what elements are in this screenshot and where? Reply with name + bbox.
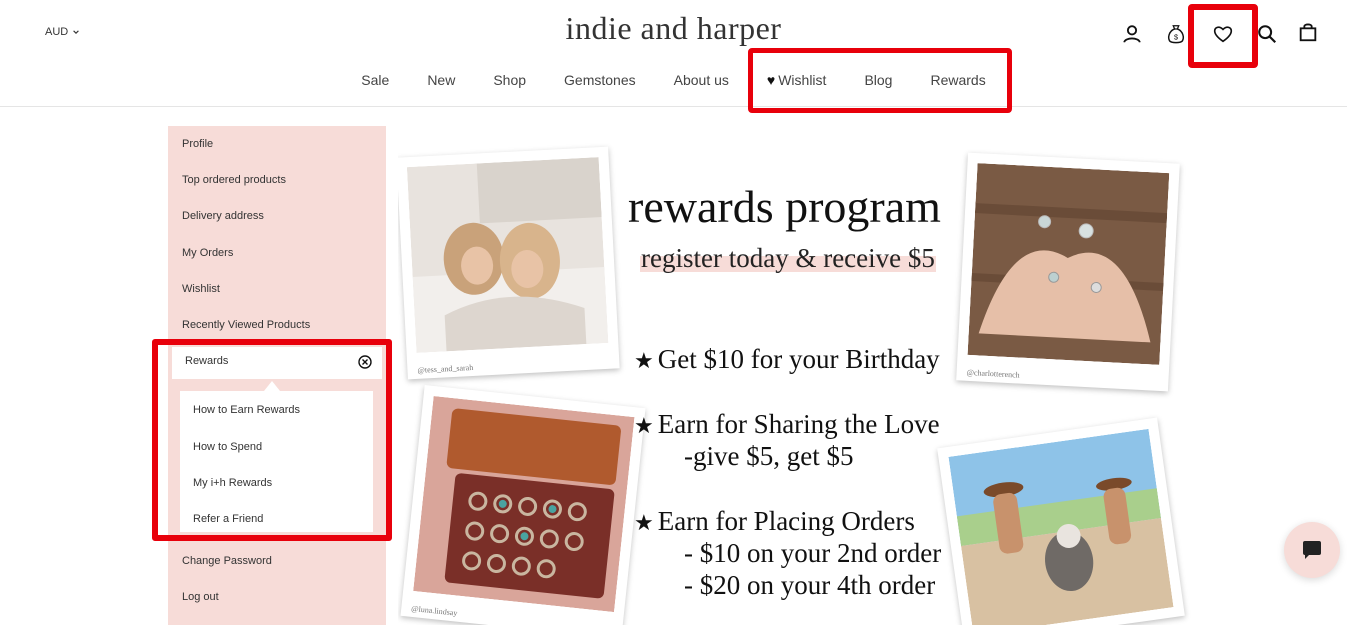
benefit-sharing-text: Earn for Sharing the Love <box>657 409 940 439</box>
photo-hands-rings <box>967 163 1170 365</box>
polaroid-photo-rings: @charlotterench <box>956 152 1180 392</box>
benefit-orders-4th: - $20 on your 4th order <box>684 570 936 600</box>
close-circle-icon[interactable] <box>358 355 372 369</box>
sidebar-item-recently-viewed[interactable]: Recently Viewed Products <box>182 319 310 331</box>
caption-luna-lindsay: @luna.lindsay <box>410 603 458 618</box>
heart-icon[interactable] <box>1209 20 1237 48</box>
nav-wishlist[interactable]: Wishlist <box>748 71 846 89</box>
chat-button[interactable] <box>1284 522 1340 578</box>
nav-sale[interactable]: Sale <box>342 71 408 89</box>
sidebar-item-wishlist[interactable]: Wishlist <box>182 283 220 295</box>
rewards-label: Rewards <box>185 355 229 367</box>
benefit-birthday-text: Get $10 for your Birthday <box>657 344 940 374</box>
submenu-caret <box>264 381 280 391</box>
submenu-my-rewards[interactable]: My i+h Rewards <box>193 477 272 489</box>
benefit-sharing: ★ Earn for Sharing the Love <box>634 409 940 440</box>
photo-girls <box>406 157 609 353</box>
sidebar-item-log-out[interactable]: Log out <box>182 591 219 603</box>
submenu-refer-a-friend[interactable]: Refer a Friend <box>193 513 263 525</box>
rewards-banner: @tess_and_sarah @charlotterench @luna.li… <box>398 126 1198 625</box>
nav-rewards[interactable]: Rewards <box>911 71 1004 89</box>
banner-title: rewards program <box>628 181 941 232</box>
photo-kids-dog <box>948 428 1174 625</box>
benefit-birthday: ★ Get $10 for your Birthday <box>634 344 940 375</box>
star-icon: ★ <box>634 413 654 438</box>
sidebar-item-profile[interactable]: Profile <box>182 138 213 150</box>
search-icon[interactable] <box>1253 20 1281 48</box>
benefit-orders-2nd: - $10 on your 2nd order <box>684 538 942 568</box>
polaroid-photo-kids-dog <box>937 417 1185 625</box>
nav-new[interactable]: New <box>408 71 474 89</box>
rewards-submenu: How to Earn Rewards How to Spend My i+h … <box>180 391 373 532</box>
chat-bubble-icon <box>1303 541 1321 559</box>
submenu-how-to-earn[interactable]: How to Earn Rewards <box>193 404 300 416</box>
caption-charlotterench: @charlotterench <box>966 367 1020 380</box>
site-header: AUD indie and harper Sale New Shop Gemst… <box>0 0 1347 113</box>
svg-text:$: $ <box>1174 33 1178 42</box>
photo-jewelry-box <box>413 396 635 613</box>
star-icon: ★ <box>634 348 654 373</box>
caption-tess-and-sarah: @tess_and_sarah <box>417 362 474 375</box>
benefit-orders: ★ Earn for Placing Orders <box>634 506 915 537</box>
nav-gemstones[interactable]: Gemstones <box>545 71 655 89</box>
banner-subtitle: register today & receive $5 <box>641 243 935 273</box>
nav-about-us[interactable]: About us <box>655 71 748 89</box>
polaroid-photo-jewelry-box: @luna.lindsay <box>400 385 646 625</box>
sidebar-item-top-ordered[interactable]: Top ordered products <box>182 174 286 186</box>
sidebar-item-delivery-address[interactable]: Delivery address <box>182 210 264 222</box>
submenu-how-to-spend[interactable]: How to Spend <box>193 441 262 453</box>
sidebar-item-my-orders[interactable]: My Orders <box>182 247 233 259</box>
sidebar-item-rewards[interactable]: Rewards <box>172 347 382 379</box>
bag-icon[interactable] <box>1294 18 1322 46</box>
sidebar-item-change-password[interactable]: Change Password <box>182 555 272 567</box>
benefit-orders-text: Earn for Placing Orders <box>657 506 915 536</box>
nav-shop[interactable]: Shop <box>474 71 545 89</box>
account-icon[interactable] <box>1118 20 1146 48</box>
polaroid-photo-girls: @tess_and_sarah <box>398 146 620 380</box>
nav-blog[interactable]: Blog <box>845 71 911 89</box>
benefit-sharing-detail: -give $5, get $5 <box>684 441 854 471</box>
main-nav: Sale New Shop Gemstones About us Wishlis… <box>0 71 1347 89</box>
money-bag-icon[interactable]: $ <box>1162 20 1190 48</box>
star-icon: ★ <box>634 510 654 535</box>
